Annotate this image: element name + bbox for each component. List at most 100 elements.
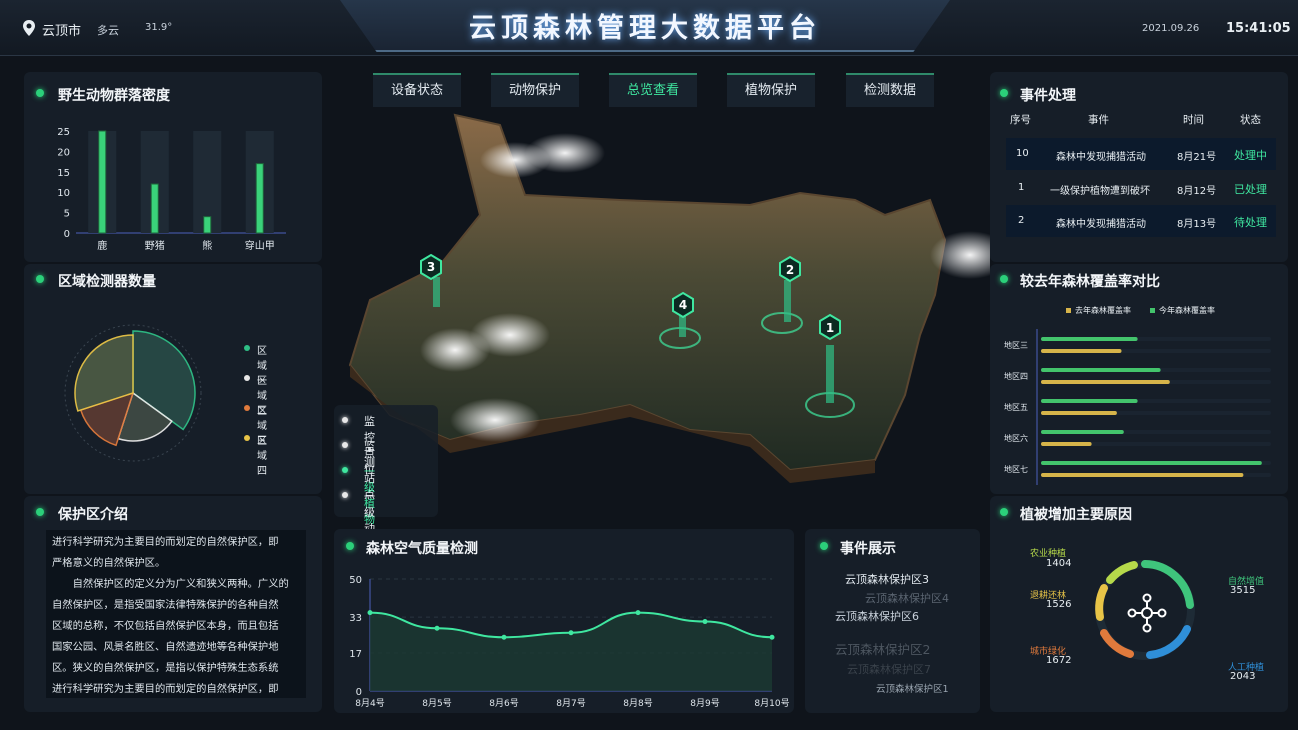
- cloud: [480, 142, 550, 178]
- tab-animal-protection[interactable]: 动物保护: [491, 73, 579, 107]
- title-dot: [346, 542, 354, 550]
- veg-value-urban: 1672: [1046, 655, 1072, 666]
- air-line-chart: 0 17 33 50 8月4号 8月5号 8月6号 8月7号 8月8号 8月9号 8月10号: [349, 575, 789, 709]
- tab-overview[interactable]: 总览查看: [609, 73, 697, 107]
- tab-device-status[interactable]: 设备状态: [373, 73, 461, 107]
- legend-dot: [342, 492, 348, 498]
- coverage-bar-chart: 地区三地区四地区五地区六地区七: [1004, 329, 1271, 485]
- row-time: 8月12号: [1177, 186, 1217, 197]
- event-item[interactable]: 云顶森林保护区7: [847, 661, 931, 677]
- y-tick-label: 20: [57, 147, 70, 158]
- intro-line: 进行科学研究为主要目的而划定的自然保护区，即: [52, 536, 279, 548]
- marker-label: 2: [786, 263, 794, 277]
- y-tick-label: 地区五: [1004, 402, 1028, 412]
- line-point: [568, 630, 574, 636]
- row-time: 8月13号: [1177, 219, 1217, 230]
- detector-title: 区域检测器数量: [58, 274, 156, 290]
- row-no: 1: [1018, 182, 1025, 193]
- y-tick-label: 地区七: [1004, 464, 1028, 474]
- tab-plant-protection[interactable]: 植物保护: [727, 73, 815, 107]
- table-row[interactable]: 2 森林中发现捕猎活动 8月13号 待处理: [1006, 205, 1276, 237]
- wildlife-title: 野生动物群落密度: [58, 88, 170, 104]
- y-tick-label: 25: [57, 127, 70, 138]
- events-show-title: 事件展示: [840, 541, 896, 557]
- cloud: [420, 328, 490, 372]
- bar: [1041, 368, 1161, 372]
- title-dot: [36, 275, 44, 283]
- title-dot: [1000, 508, 1008, 516]
- table-header: 时间: [1183, 114, 1204, 126]
- y-tick-label: 5: [64, 209, 70, 220]
- intro-line: 自然保护区的定义分为广义和狭义两种。广义的: [52, 578, 289, 590]
- weather-text: 多云: [97, 24, 119, 37]
- y-tick-label: 17: [349, 649, 362, 660]
- intro-line: 区。狭义的自然保护区，是指以保护特殊生态系统: [52, 662, 279, 674]
- air-title: 森林空气质量检测: [366, 541, 478, 557]
- marker-label: 3: [427, 260, 435, 274]
- line-point: [434, 625, 440, 631]
- title-dot: [1000, 275, 1008, 283]
- intro-line: 区域的总称，不仅包括自然保护区本身，而且包括: [52, 620, 279, 632]
- x-tick-label: 穿山甲: [245, 239, 275, 252]
- line-point: [702, 619, 708, 625]
- event-item[interactable]: 云顶森林保护区2: [835, 639, 930, 658]
- bar: [255, 163, 264, 234]
- row-status: 待处理: [1234, 216, 1267, 229]
- events-title: 事件处理: [1020, 88, 1076, 104]
- line-area: [370, 612, 772, 691]
- table-header: 事件: [1088, 114, 1109, 126]
- table-header: 序号: [1010, 114, 1031, 126]
- row-time: 8月21号: [1177, 152, 1217, 163]
- marker-label: 4: [679, 298, 687, 312]
- legend-label: 区域四: [257, 436, 267, 477]
- event-item[interactable]: 云顶森林保护区1: [876, 681, 949, 695]
- ring-segment-urban: [1100, 629, 1134, 658]
- row-no: 10: [1016, 148, 1029, 159]
- event-item[interactable]: 云顶森林保护区6: [835, 608, 919, 624]
- bar: [203, 216, 212, 234]
- x-tick-label: 熊: [202, 239, 212, 252]
- bar: [1041, 442, 1092, 446]
- cloud: [450, 398, 540, 442]
- network-hub-icon: [1127, 593, 1167, 633]
- row-event: 一级保护植物遭到破坏: [1050, 186, 1150, 197]
- event-item[interactable]: 云顶森林保护区3: [845, 571, 929, 587]
- title-dot: [820, 542, 828, 550]
- legend-swatch: [1150, 308, 1155, 313]
- x-tick-label: 8月10号: [754, 698, 789, 709]
- x-tick-label: 8月7号: [556, 698, 585, 709]
- bar: [1041, 411, 1117, 415]
- time-text: 15:41:05: [1226, 21, 1291, 36]
- bar: [1041, 399, 1138, 403]
- x-tick-label: 8月6号: [489, 698, 518, 709]
- table-row[interactable]: 1 一级保护植物遭到破坏 8月12号 已处理: [1006, 172, 1276, 204]
- table-row[interactable]: 10 森林中发现捕猎活动 8月21号 处理中: [1006, 138, 1276, 170]
- bar: [1041, 430, 1124, 434]
- ring-segment-agri: [1106, 561, 1138, 584]
- vegetation-title: 植被增加主要原因: [1020, 507, 1132, 523]
- y-tick-label: 地区三: [1004, 340, 1028, 350]
- legend-dot: [342, 467, 348, 473]
- detector-pie-chart: [64, 324, 202, 462]
- y-tick-label: 0: [64, 229, 70, 240]
- veg-value-natural: 3515: [1230, 585, 1256, 596]
- x-tick-label: 8月4号: [355, 698, 384, 709]
- tab-detection-data[interactable]: 检测数据: [846, 73, 934, 107]
- event-item[interactable]: 云顶森林保护区4: [865, 590, 949, 606]
- coverage-title: 较去年森林覆盖率对比: [1020, 274, 1160, 290]
- bar: [150, 183, 159, 234]
- y-tick-label: 15: [57, 168, 70, 179]
- veg-value-artificial: 2043: [1230, 671, 1256, 682]
- location-icon: [23, 20, 35, 36]
- row-status: 处理中: [1234, 149, 1267, 162]
- intro-title: 保护区介绍: [58, 507, 128, 523]
- legend-label: 今年森林覆盖率: [1159, 306, 1215, 315]
- legend-swatch: [1066, 308, 1071, 313]
- location-name[interactable]: 云顶市: [42, 20, 81, 39]
- legend-dot-1: [244, 345, 250, 351]
- intro-text-box[interactable]: 进行科学研究为主要目的而划定的自然保护区，即 严格意义的自然保护区。 自然保护区…: [46, 530, 306, 698]
- x-tick-label: 8月8号: [623, 698, 652, 709]
- legend-dot-4: [244, 435, 250, 441]
- row-no: 2: [1018, 215, 1025, 226]
- temperature-text: 31.9°: [145, 22, 173, 33]
